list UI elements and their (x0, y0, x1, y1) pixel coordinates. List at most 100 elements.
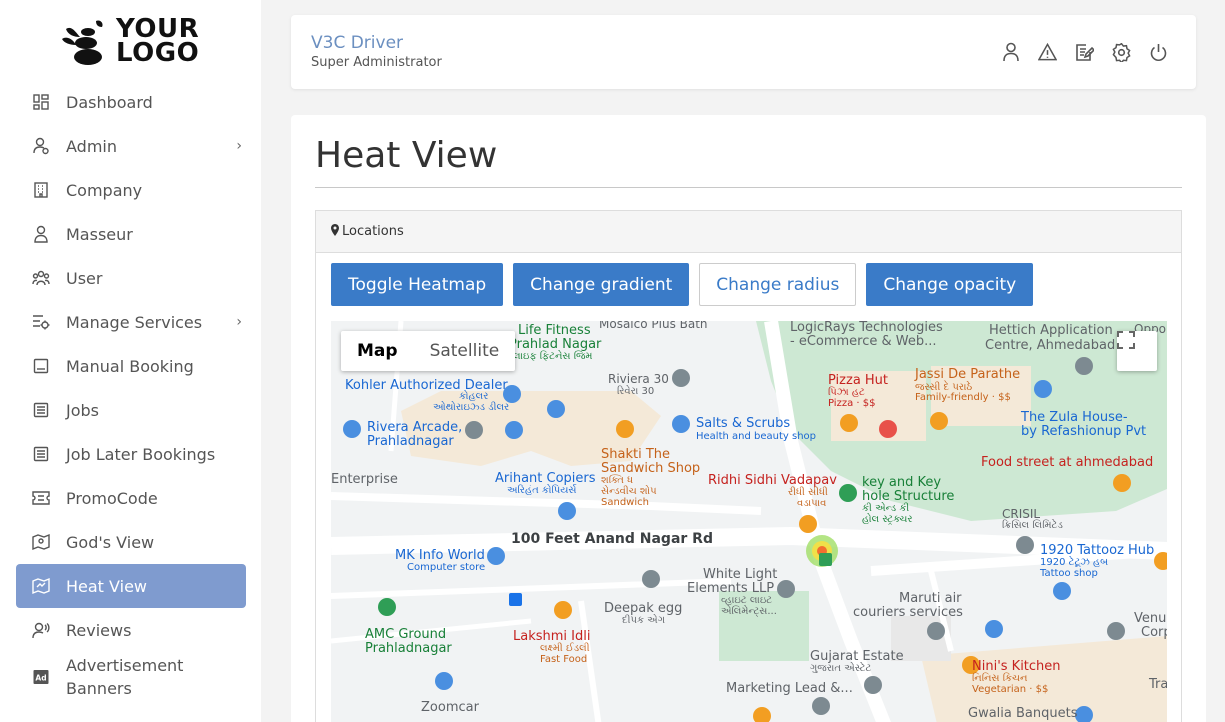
map-label: હોલ સ્ટ્રક્ચર (862, 514, 913, 525)
map-label: Pizza Hut (828, 373, 889, 388)
page-title: Heat View (315, 135, 498, 176)
map-label: Corpo (1141, 625, 1167, 640)
map-type-map-button[interactable]: Map (341, 331, 414, 371)
logo[interactable]: YOUR LOGO (58, 12, 208, 70)
settings-icon[interactable] (1112, 41, 1131, 63)
building-icon (32, 181, 50, 199)
sidebar-item-heat-view[interactable]: Heat View (16, 564, 246, 608)
map-label: Tra (1149, 677, 1167, 692)
map-label: 1920 ટેટૂઝ હબ (1040, 557, 1109, 568)
map-label: Enterprise (331, 472, 398, 487)
sidebar-item-label: PromoCode (66, 488, 158, 508)
sidebar-item-label: Masseur (66, 224, 133, 244)
edit-icon[interactable] (1075, 41, 1094, 63)
sidebar-item-masseur[interactable]: Masseur (16, 212, 246, 256)
map-label: Health and beauty shop (696, 431, 817, 442)
change-opacity-button[interactable]: Change opacity (866, 263, 1034, 306)
map-label: couriers services (853, 605, 963, 620)
sidebar-item-user[interactable]: User (16, 256, 246, 300)
map-label: ક્રિસિલ લિમિટેડ (1002, 520, 1063, 531)
svg-text:Ad: Ad (35, 674, 46, 683)
sidebar-item-job-later-bookings[interactable]: Job Later Bookings (16, 432, 246, 476)
map-label: Nini's Kitchen (972, 659, 1061, 674)
map-label: The Zula House- (1021, 410, 1128, 425)
sidebar: YOUR LOGO Dashboard Admin › Company Mass… (0, 0, 261, 722)
change-radius-button[interactable]: Change radius (699, 263, 857, 306)
map-label: MK Info World (395, 548, 485, 563)
map-label: Computer store (407, 562, 486, 573)
map-label: Arihant Copiers (495, 471, 596, 486)
change-gradient-button[interactable]: Change gradient (513, 263, 690, 306)
power-icon[interactable] (1149, 41, 1168, 63)
sidebar-item-label: Admin (66, 136, 117, 156)
stones-logo-icon (58, 15, 110, 67)
sidebar-item-manual-booking[interactable]: Manual Booking (16, 344, 246, 388)
users-icon (32, 269, 50, 287)
sidebar-item-label: Company (66, 180, 143, 200)
map-label: Prahladnagar (367, 434, 454, 449)
map-label: Marketing Lead &... (726, 681, 853, 696)
map-label: ઓથોરાઇઝ્ડ ડીલર (433, 402, 510, 413)
panel-header: Locations (316, 211, 1181, 253)
locations-panel: Locations Toggle Heatmap Change gradient… (315, 210, 1182, 722)
sidebar-item-gods-view[interactable]: God's View (16, 520, 246, 564)
map-label: key and Key (862, 475, 942, 490)
map-label: CRISIL (1002, 507, 1041, 521)
map-type-satellite-button[interactable]: Satellite (414, 331, 516, 371)
sidebar-item-label: Manage Services (66, 312, 203, 332)
app-title: V3C Driver (311, 33, 404, 53)
profile-icon[interactable] (1001, 41, 1020, 63)
ticket-icon (32, 489, 50, 507)
sidebar-item-manage-services[interactable]: Manage Services › (16, 300, 246, 344)
main-card: Heat View Locations Toggle Heatmap Chang… (291, 115, 1206, 722)
map-label: Mosaico Plus Bath (599, 321, 708, 331)
google-map[interactable]: Life Fitness Prahlad Nagar લાઇફ ફિટનેસ જ… (331, 321, 1167, 722)
map-label: Life Fitness (518, 323, 591, 338)
sidebar-item-jobs[interactable]: Jobs (16, 388, 246, 432)
map-label: રિવેરા 30 (617, 386, 655, 397)
map-label: Jassi De Parathe (915, 367, 1021, 382)
panel-title: Locations (342, 224, 404, 239)
header-actions (1001, 41, 1168, 63)
sidebar-item-advertisement-banners[interactable]: Ad Advertisement Banners (16, 652, 246, 702)
alert-icon[interactable] (1038, 41, 1057, 63)
sidebar-item-label: Advertisement Banners (66, 656, 184, 698)
map-label: Family-friendly · $$ (915, 392, 1011, 403)
map-label: hole Structure (862, 489, 955, 504)
map-label: Shakti The (601, 447, 671, 462)
sidebar-item-label: Heat View (66, 576, 148, 596)
map-label: ગુજરાત એસ્ટેટ (810, 663, 872, 674)
map-label: White Light (703, 567, 778, 582)
map-label: લાઇફ ફિટનેસ જિમ (513, 351, 593, 362)
map-label: AMC Ground (365, 627, 447, 642)
ad-icon: Ad (32, 668, 50, 686)
map-label: વ્હાઇટ લાઇટ (721, 595, 773, 606)
map-label: અરિહંત કોપિયર્સ (507, 485, 577, 496)
document-icon (32, 401, 50, 419)
sidebar-nav: Dashboard Admin › Company Masseur User M… (16, 80, 246, 702)
sidebar-item-dashboard[interactable]: Dashboard (16, 80, 246, 124)
map-label: Gujarat Estate (810, 649, 904, 664)
chevron-right-icon: › (236, 314, 242, 330)
sidebar-item-label: Jobs (66, 400, 99, 420)
map-label: Centre, Ahmedabad (985, 338, 1116, 353)
heat-map-icon (32, 577, 50, 595)
sidebar-item-label: Reviews (66, 620, 132, 640)
fullscreen-icon (1117, 331, 1135, 349)
sidebar-item-promocode[interactable]: PromoCode (16, 476, 246, 520)
toggle-heatmap-button[interactable]: Toggle Heatmap (331, 263, 504, 306)
map-label: Sandwich (601, 497, 649, 508)
sidebar-item-reviews[interactable]: Reviews (16, 608, 246, 652)
map-label: Food street at ahmedabad (981, 455, 1154, 470)
map-label: Hettich Application (989, 323, 1113, 338)
sidebar-item-company[interactable]: Company (16, 168, 246, 212)
map-label: નિનિસ કિચન (972, 673, 1028, 684)
admin-user-icon (32, 137, 50, 155)
logo-text: YOUR LOGO (116, 14, 200, 68)
map-label: Prahladnagar (365, 641, 452, 656)
sidebar-item-admin[interactable]: Admin › (16, 124, 246, 168)
map-label: by Refashionup Pvt (1021, 424, 1147, 439)
fullscreen-button[interactable] (1117, 331, 1157, 371)
map-label: કી એન્ડ કી (862, 503, 910, 514)
map-label: Salts & Scrubs (696, 416, 791, 431)
